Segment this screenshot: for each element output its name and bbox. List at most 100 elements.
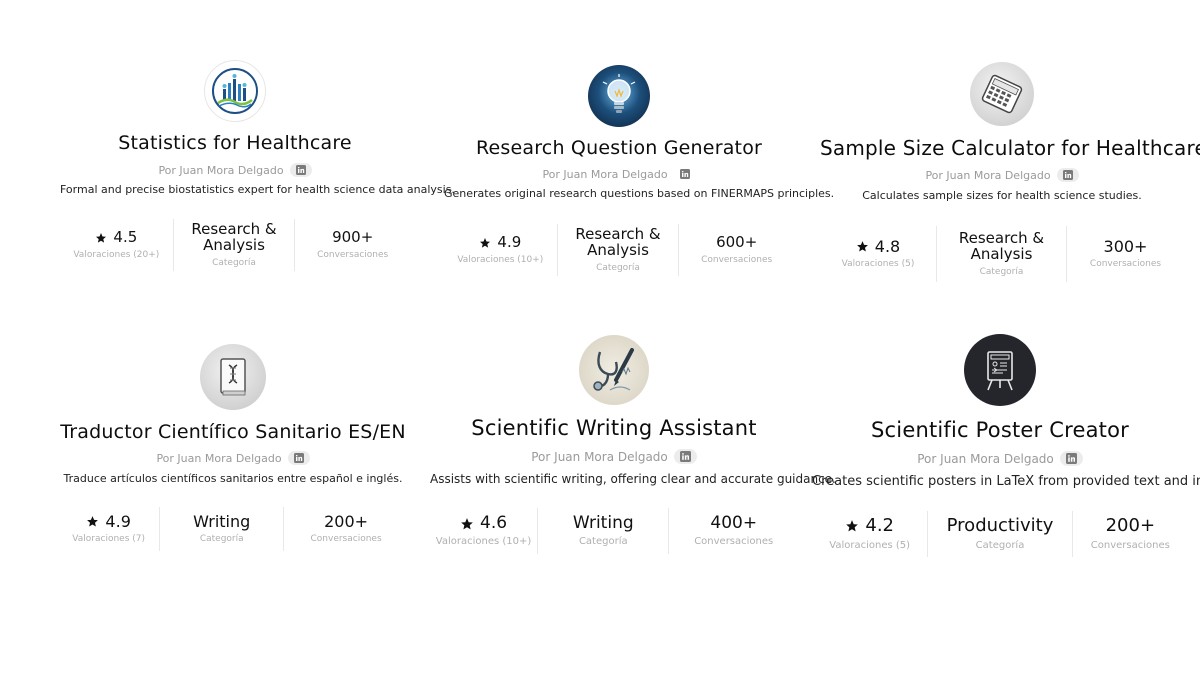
gpt-description: Assists with scientific writing, offerin… xyxy=(430,472,836,486)
rating-stat: 4.2 Valoraciones (5) xyxy=(812,511,927,557)
ratings-label: Valoraciones (10+) xyxy=(435,536,532,548)
calculator-icon xyxy=(970,62,1034,126)
linkedin-button[interactable] xyxy=(1056,168,1079,182)
linkedin-button[interactable] xyxy=(1059,451,1083,466)
category-stat: Research & Analysis Categoría xyxy=(172,219,295,271)
rating-value: 4.9 xyxy=(497,233,522,252)
conversations-value: 300+ xyxy=(1103,236,1148,256)
conversations-value: 200+ xyxy=(324,511,369,531)
author-name[interactable]: Por Juan Mora Delgado xyxy=(158,164,283,177)
author-line: Por Juan Mora Delgado xyxy=(58,451,408,465)
conversations-label: Conversaciones xyxy=(694,536,774,548)
ratings-label: Valoraciones (5) xyxy=(841,259,915,270)
rating-value: 4.5 xyxy=(113,228,138,247)
category-value: Productivity xyxy=(946,515,1054,537)
conversations-label: Conversaciones xyxy=(701,254,773,265)
gpt-title[interactable]: Scientific Writing Assistant xyxy=(430,416,798,440)
star-icon xyxy=(461,517,473,529)
gpt-card-traductor-cientifico[interactable]: Traductor Científico Sanitario ES/EN Por… xyxy=(58,344,408,551)
stats-row: 4.9 Valoraciones (7) Writing Categoría 2… xyxy=(58,507,408,551)
star-icon xyxy=(87,516,99,528)
star-icon xyxy=(856,241,868,253)
gpt-title[interactable]: Research Question Generator xyxy=(444,137,794,159)
author-name[interactable]: Por Juan Mora Delgado xyxy=(531,450,668,464)
category-label: Categoría xyxy=(199,534,244,545)
gpt-card-scientific-poster-creator[interactable]: Scientific Poster Creator Por Juan Mora … xyxy=(812,334,1200,557)
rating-value: 4.8 xyxy=(874,236,901,256)
gpt-card-statistics-for-healthcare[interactable]: Statistics for Healthcare Por Juan Mora … xyxy=(60,60,455,271)
gpt-title[interactable]: Statistics for Healthcare xyxy=(60,132,410,154)
gpt-card-research-question-generator[interactable]: Research Question Generator Por Juan Mor… xyxy=(444,65,835,276)
rating-value: 4.6 xyxy=(480,512,508,533)
category-value: Research & Analysis xyxy=(575,225,661,259)
linkedin-button[interactable] xyxy=(289,163,312,177)
category-stat: Productivity Categoría xyxy=(927,511,1071,557)
ratings-label: Valoraciones (7) xyxy=(72,534,145,545)
rating-stat: 4.6 Valoraciones (10+) xyxy=(430,508,537,554)
dna-book-icon xyxy=(200,344,266,410)
author-line: Por Juan Mora Delgado xyxy=(444,167,794,181)
conversations-label: Conversaciones xyxy=(310,534,382,545)
category-stat: Writing Categoría xyxy=(537,508,668,554)
gpt-description: Traduce artículos científicos sanitarios… xyxy=(63,472,403,485)
category-stat: Research & Analysis Categoría xyxy=(936,226,1066,282)
linkedin-button[interactable] xyxy=(673,449,697,464)
gpt-description: Generates original research questions ba… xyxy=(444,187,835,200)
category-value: Writing xyxy=(572,512,634,533)
star-icon xyxy=(846,520,859,532)
gpt-card-sample-size-calculator[interactable]: Sample Size Calculator for Healthcare Po… xyxy=(820,62,1200,282)
stats-row: 4.2 Valoraciones (5) Productivity Catego… xyxy=(812,511,1188,557)
stethoscope-pen-icon xyxy=(579,335,649,405)
statistics-chart-icon xyxy=(204,60,266,122)
category-stat: Research & Analysis Categoría xyxy=(556,224,679,276)
conversations-label: Conversaciones xyxy=(317,249,389,260)
category-value: Writing xyxy=(193,511,251,531)
author-line: Por Juan Mora Delgado xyxy=(430,449,798,464)
category-value: Research & Analysis xyxy=(958,229,1045,263)
category-stat: Writing Categoría xyxy=(159,507,283,551)
author-name[interactable]: Por Juan Mora Delgado xyxy=(156,452,281,465)
conversations-value: 600+ xyxy=(716,233,758,252)
gpt-title[interactable]: Traductor Científico Sanitario ES/EN xyxy=(58,421,408,443)
conversations-value: 900+ xyxy=(332,228,374,247)
author-name[interactable]: Por Juan Mora Delgado xyxy=(925,169,1050,182)
gpt-title[interactable]: Scientific Poster Creator xyxy=(812,418,1188,442)
stats-row: 4.5 Valoraciones (20+) Research & Analys… xyxy=(60,219,410,271)
conversations-stat: 900+ Conversaciones xyxy=(294,219,410,271)
conversations-value: 400+ xyxy=(710,512,758,533)
conversations-stat: 200+ Conversaciones xyxy=(1071,511,1188,557)
linkedin-icon xyxy=(1065,453,1077,464)
linkedin-icon xyxy=(679,169,690,179)
linkedin-icon xyxy=(1062,170,1073,180)
author-line: Por Juan Mora Delgado xyxy=(820,168,1184,182)
author-name[interactable]: Por Juan Mora Delgado xyxy=(542,168,667,181)
gpt-title[interactable]: Sample Size Calculator for Healthcare xyxy=(820,136,1200,160)
category-label: Categoría xyxy=(212,257,256,268)
stats-row: 4.9 Valoraciones (10+) Research & Analys… xyxy=(444,224,794,276)
conversations-stat: 200+ Conversaciones xyxy=(283,507,408,551)
ratings-label: Valoraciones (5) xyxy=(829,539,911,551)
conversations-label: Conversaciones xyxy=(1089,259,1162,270)
gpt-card-scientific-writing-assistant[interactable]: Scientific Writing Assistant Por Juan Mo… xyxy=(430,335,836,554)
rating-stat: 4.9 Valoraciones (10+) xyxy=(444,224,557,276)
conversations-stat: 600+ Conversaciones xyxy=(678,224,794,276)
rating-value: 4.9 xyxy=(105,511,131,531)
linkedin-icon xyxy=(679,451,691,462)
ratings-label: Valoraciones (20+) xyxy=(73,249,160,260)
rating-stat: 4.5 Valoraciones (20+) xyxy=(60,219,173,271)
conversations-label: Conversaciones xyxy=(1090,539,1170,551)
category-label: Categoría xyxy=(979,266,1024,277)
linkedin-icon xyxy=(293,453,304,463)
ratings-label: Valoraciones (10+) xyxy=(457,254,544,265)
conversations-stat: 400+ Conversaciones xyxy=(668,508,798,554)
linkedin-button[interactable] xyxy=(674,167,696,181)
author-line: Por Juan Mora Delgado xyxy=(60,163,410,177)
gpt-description: Calculates sample sizes for health scien… xyxy=(862,189,1142,202)
author-name[interactable]: Por Juan Mora Delgado xyxy=(917,452,1054,466)
rating-stat: 4.9 Valoraciones (7) xyxy=(58,507,159,551)
lightbulb-icon xyxy=(588,65,650,127)
stats-row: 4.8 Valoraciones (5) Research & Analysis… xyxy=(820,226,1184,282)
author-line: Por Juan Mora Delgado xyxy=(812,451,1188,466)
category-label: Categoría xyxy=(975,539,1025,551)
linkedin-button[interactable] xyxy=(287,451,310,465)
